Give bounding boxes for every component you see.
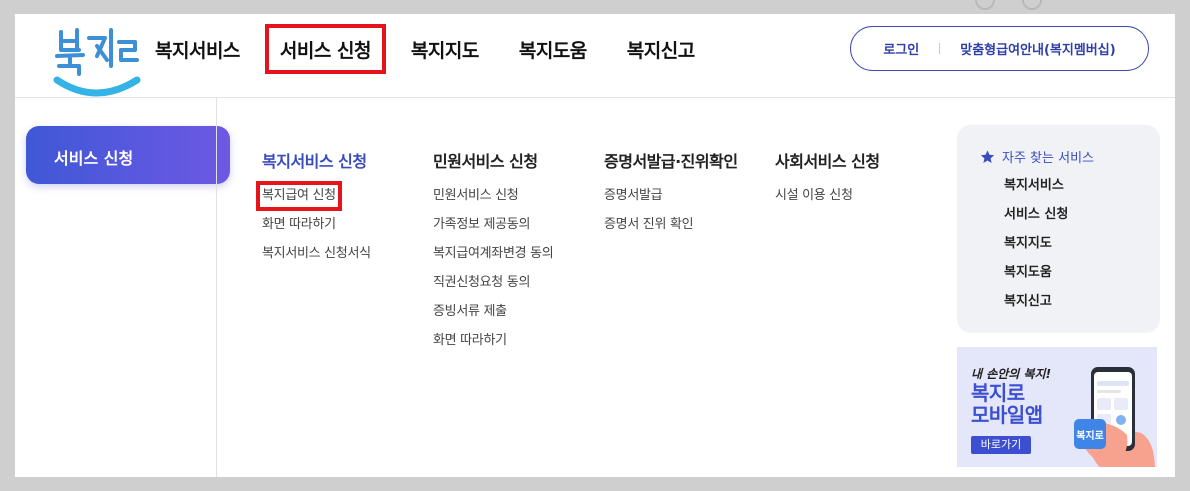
menu-item[interactable]: 복지급여계좌변경 동의: [433, 244, 613, 273]
header: 복지서비스 서비스 신청 복지지도 복지도움 복지신고 로그인 맞춤형급여안내(…: [15, 14, 1175, 98]
logo[interactable]: [51, 22, 141, 102]
column-title[interactable]: 민원서비스 신청: [433, 148, 613, 172]
column-title[interactable]: 증명서발급·진위확인: [604, 148, 784, 172]
menu-item[interactable]: 화면 따라하기: [262, 215, 442, 244]
banner-go-button[interactable]: 바로가기: [971, 436, 1031, 454]
menu-item[interactable]: 화면 따라하기: [433, 331, 613, 360]
menu-column-social-service: 사회서비스 신청 시설 이용 신청: [775, 148, 955, 215]
banner-title-line2: 모바일앱: [971, 403, 1043, 427]
favorite-item[interactable]: 복지신고: [1004, 292, 1160, 321]
menu-item[interactable]: 가족정보 제공동의: [433, 215, 613, 244]
nav-welfare-map[interactable]: 복지지도: [411, 36, 479, 63]
divider: [216, 98, 217, 477]
banner-subtitle: 내 손안의 복지!: [971, 367, 1052, 381]
menu-column-welfare-application: 복지서비스 신청 복지급여 신청 화면 따라하기 복지서비스 신청서식: [256, 148, 442, 273]
menu-item[interactable]: 증명서발급: [604, 186, 784, 215]
nav-welfare-report[interactable]: 복지신고: [627, 36, 695, 63]
column-title[interactable]: 복지서비스 신청: [262, 148, 442, 172]
menu-item[interactable]: 복지서비스 신청서식: [262, 244, 442, 273]
favorite-item[interactable]: 복지서비스: [1004, 176, 1160, 205]
favorite-item[interactable]: 복지도움: [1004, 263, 1160, 292]
favorites-title: 자주 찾는 서비스: [1002, 151, 1094, 166]
favorite-services-box: 자주 찾는 서비스 복지서비스 서비스 신청 복지지도 복지도움 복지신고: [957, 125, 1160, 333]
menu-column-certificate: 증명서발급·진위확인 증명서발급 증명서 진위 확인: [604, 148, 784, 244]
column-title[interactable]: 사회서비스 신청: [775, 148, 955, 172]
favorite-item[interactable]: 서비스 신청: [1004, 205, 1160, 234]
menu-item-welfare-benefit-apply[interactable]: 복지급여 신청: [256, 181, 442, 215]
menu-item[interactable]: 증빙서류 제출: [433, 302, 613, 331]
menu-item[interactable]: 증명서 진위 확인: [604, 215, 784, 244]
banner-title-line1: 복지로: [971, 381, 1025, 405]
nav-welfare-services[interactable]: 복지서비스: [155, 36, 240, 63]
main-nav: 복지서비스 서비스 신청 복지지도 복지도움 복지신고: [155, 14, 735, 84]
nav-service-application[interactable]: 서비스 신청: [264, 23, 386, 74]
current-category-button[interactable]: 서비스 신청: [26, 126, 230, 184]
login-link[interactable]: 로그인: [883, 39, 919, 58]
menu-item[interactable]: 시설 이용 신청: [775, 186, 955, 215]
background-circles: [975, 0, 1045, 10]
app-icon-label: 복지로: [1076, 429, 1104, 442]
membership-guide-link[interactable]: 맞춤형급여안내(복지멤버십): [960, 39, 1115, 58]
favorite-item[interactable]: 복지지도: [1004, 234, 1160, 263]
mobile-app-banner[interactable]: 내 손안의 복지! 복지로 모바일앱 바로가기 복지로: [957, 347, 1157, 467]
util-divider: [939, 43, 941, 54]
menu-item[interactable]: 민원서비스 신청: [433, 186, 613, 215]
mega-menu-panel: 복지서비스 서비스 신청 복지지도 복지도움 복지신고 로그인 맞춤형급여안내(…: [15, 14, 1175, 477]
star-icon: [980, 149, 995, 163]
nav-welfare-help[interactable]: 복지도움: [519, 36, 587, 63]
phone-hand-illustration: 복지로: [1074, 367, 1155, 467]
favorites-heading: 자주 찾는 서비스: [979, 147, 1160, 166]
util-bar: 로그인 맞춤형급여안내(복지멤버십): [850, 26, 1149, 71]
menu-column-civil-application: 민원서비스 신청 민원서비스 신청 가족정보 제공동의 복지급여계좌변경 동의 …: [433, 148, 613, 360]
menu-item[interactable]: 직권신청요청 동의: [433, 273, 613, 302]
